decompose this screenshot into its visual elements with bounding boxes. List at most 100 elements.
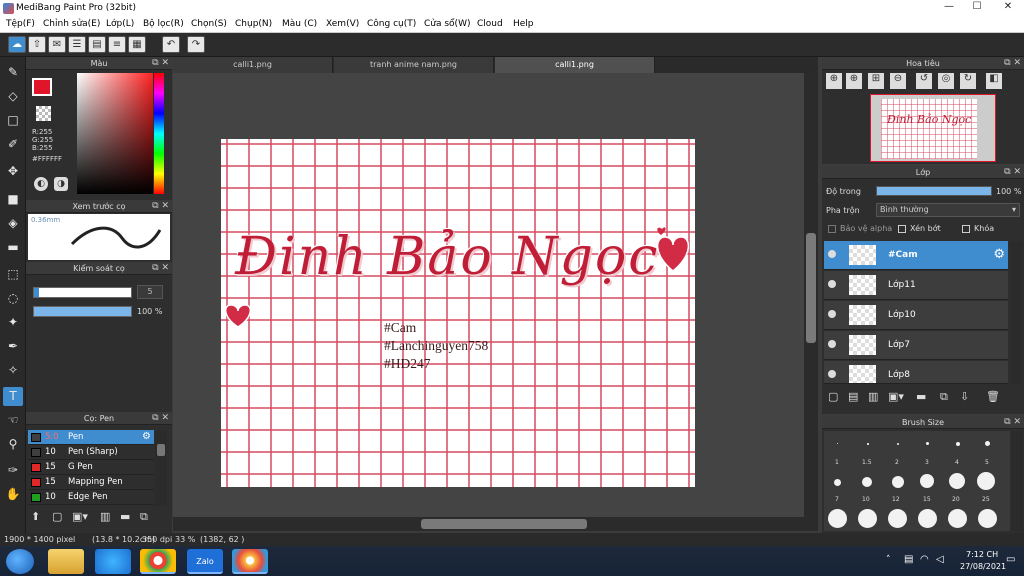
brush-size-dot[interactable]: [862, 477, 872, 487]
undo-icon[interactable]: ↶: [162, 36, 180, 53]
rotate-right-icon[interactable]: ↻: [960, 73, 976, 89]
zoom-in-icon[interactable]: ⊕: [826, 73, 842, 89]
duplicate-brush-icon[interactable]: ⧉: [140, 510, 158, 527]
clock-time[interactable]: 7:12 CH: [966, 550, 998, 559]
layer-item-lop7[interactable]: Lớp7: [824, 331, 1008, 360]
tab-calli1-active[interactable]: calli1.png: [495, 57, 655, 73]
brush-size-dot[interactable]: [867, 443, 869, 445]
protect-alpha-checkbox[interactable]: [828, 225, 836, 233]
delete-layer-icon[interactable]: 🗑: [986, 390, 1000, 403]
operation-tool-icon[interactable]: ☜: [3, 411, 23, 430]
new-layer-icon[interactable]: ▢: [828, 390, 838, 403]
minimize-button[interactable]: —: [934, 0, 964, 14]
merge-layer-icon[interactable]: ⇩: [960, 390, 969, 403]
brush-size-dot[interactable]: [920, 474, 934, 488]
lasso-tool-icon[interactable]: ◌: [3, 289, 23, 308]
select-eraser-tool-icon[interactable]: ✧: [3, 361, 23, 380]
brush-size-dot[interactable]: [956, 442, 960, 446]
duplicate-layer-icon[interactable]: ⧉: [940, 390, 948, 404]
menu-help[interactable]: Help: [513, 19, 534, 29]
tray-overflow-icon[interactable]: ˄: [886, 555, 891, 565]
canvas-vertical-scrollbar[interactable]: [804, 73, 818, 517]
clock-date[interactable]: 27/08/2021: [960, 562, 1006, 571]
zalo-icon[interactable]: Zalo: [187, 549, 223, 574]
dot-tool-icon[interactable]: ✐: [3, 135, 23, 154]
text-tool-icon[interactable]: T: [3, 387, 23, 406]
brush-size-dot[interactable]: [828, 509, 847, 528]
menu-edit[interactable]: Chỉnh sửa(E): [43, 19, 100, 29]
gradient-tool-icon[interactable]: ▬: [3, 238, 23, 257]
brush-size-dot[interactable]: [897, 443, 899, 445]
folder-icon[interactable]: ▬: [120, 510, 138, 527]
layer-menu-icon[interactable]: ▣▾: [888, 390, 904, 403]
brush-size-dot[interactable]: [858, 509, 877, 528]
primary-color-swatch[interactable]: [32, 78, 52, 96]
saturation-value-picker[interactable]: [77, 73, 153, 194]
brush-tool-icon[interactable]: ✎: [3, 63, 23, 82]
close-button[interactable]: ✕: [993, 0, 1023, 14]
fit-screen-icon[interactable]: ⊞: [868, 73, 884, 89]
lock-checkbox[interactable]: [962, 225, 970, 233]
eyedropper-tool-icon[interactable]: ⚲: [3, 435, 23, 454]
shape-tool-icon[interactable]: □: [3, 111, 23, 130]
layer-item-cam[interactable]: #Cam ⚙: [824, 241, 1008, 270]
magic-wand-tool-icon[interactable]: ✦: [3, 313, 23, 332]
maximize-button[interactable]: ☐: [962, 0, 992, 14]
panel-controls-icon[interactable]: ⧉ ✕: [152, 412, 169, 425]
start-button[interactable]: [6, 549, 34, 574]
menu-select[interactable]: Chọn(S): [191, 19, 227, 29]
panel-controls-icon[interactable]: ⧉ ✕: [152, 57, 169, 70]
fill-rect-tool-icon[interactable]: ■: [3, 190, 23, 209]
panel-controls-icon[interactable]: ⧉ ✕: [1004, 57, 1021, 70]
cloud-icon[interactable]: ☁: [8, 36, 26, 53]
comment-icon[interactable]: ✉: [48, 36, 66, 53]
zoom-out-icon[interactable]: ⊖: [890, 73, 906, 89]
layer-item-lop8[interactable]: Lớp8: [824, 361, 1008, 384]
menu-tools[interactable]: Công cụ(T): [367, 19, 416, 29]
brush-size-scrollbar[interactable]: [1011, 431, 1023, 531]
new-halftone-layer-icon[interactable]: ▥: [868, 390, 878, 403]
dropper-tool-icon[interactable]: ✑: [3, 461, 23, 480]
brush-size-value[interactable]: 5: [137, 285, 163, 299]
eye-icon[interactable]: [828, 280, 836, 288]
brush-size-dot[interactable]: [834, 479, 841, 486]
edit-brush-icon[interactable]: ▥: [100, 510, 118, 527]
add-brush-icon[interactable]: ⬆: [31, 510, 49, 527]
brush-item-g-pen[interactable]: 15 G Pen: [28, 460, 154, 475]
eye-icon[interactable]: [828, 370, 836, 378]
drawing-canvas[interactable]: Đinh Bảo Ngọc #Cam #Lanchinguyen758 #HD2…: [221, 139, 695, 487]
redo-icon[interactable]: ↷: [187, 36, 205, 53]
menu-cloud[interactable]: Cloud: [477, 19, 503, 29]
canvas-horizontal-scrollbar[interactable]: [173, 517, 818, 531]
wifi-icon[interactable]: ◠: [920, 554, 929, 565]
new-color-layer-icon[interactable]: ▤: [848, 390, 858, 403]
volume-icon[interactable]: ◁: [936, 554, 944, 565]
document-icon[interactable]: ▤: [88, 36, 106, 53]
brush-item-pen-sharp[interactable]: 10 Pen (Sharp): [28, 445, 154, 460]
navigator-preview[interactable]: Đinh Bảo Ngọc: [870, 94, 996, 162]
layer-item-lop11[interactable]: Lớp11: [824, 271, 1008, 300]
chat-icon[interactable]: ☰: [68, 36, 86, 53]
flip-icon[interactable]: ◧: [986, 73, 1002, 89]
notification-icon[interactable]: ▭: [1006, 554, 1015, 565]
color-set-icon[interactable]: ◑: [54, 177, 68, 191]
eye-icon[interactable]: [828, 310, 836, 318]
upload-icon[interactable]: ⇧: [28, 36, 46, 53]
tab-calli1[interactable]: calli1.png: [173, 57, 333, 73]
layer-item-lop10[interactable]: Lớp10: [824, 301, 1008, 330]
menu-color[interactable]: Màu (C): [282, 19, 317, 29]
menu-layer[interactable]: Lớp(L): [106, 19, 134, 29]
brush-list-scrollbar[interactable]: [155, 430, 167, 506]
zoom-reset-icon[interactable]: ⊕: [846, 73, 862, 89]
new-brush-icon[interactable]: ▢: [52, 510, 70, 527]
select-pen-tool-icon[interactable]: ✒: [3, 337, 23, 356]
brush-size-dot[interactable]: [949, 473, 965, 489]
rotate-reset-icon[interactable]: ◎: [938, 73, 954, 89]
panel-controls-icon[interactable]: ⧉ ✕: [152, 262, 169, 275]
brush-size-dot[interactable]: [977, 472, 995, 490]
rotate-left-icon[interactable]: ↺: [916, 73, 932, 89]
select-rect-tool-icon[interactable]: ⬚: [3, 265, 23, 284]
brush-size-dot[interactable]: [918, 509, 937, 528]
brush-size-dot[interactable]: [892, 476, 904, 488]
edge-browser-icon[interactable]: [95, 549, 131, 574]
